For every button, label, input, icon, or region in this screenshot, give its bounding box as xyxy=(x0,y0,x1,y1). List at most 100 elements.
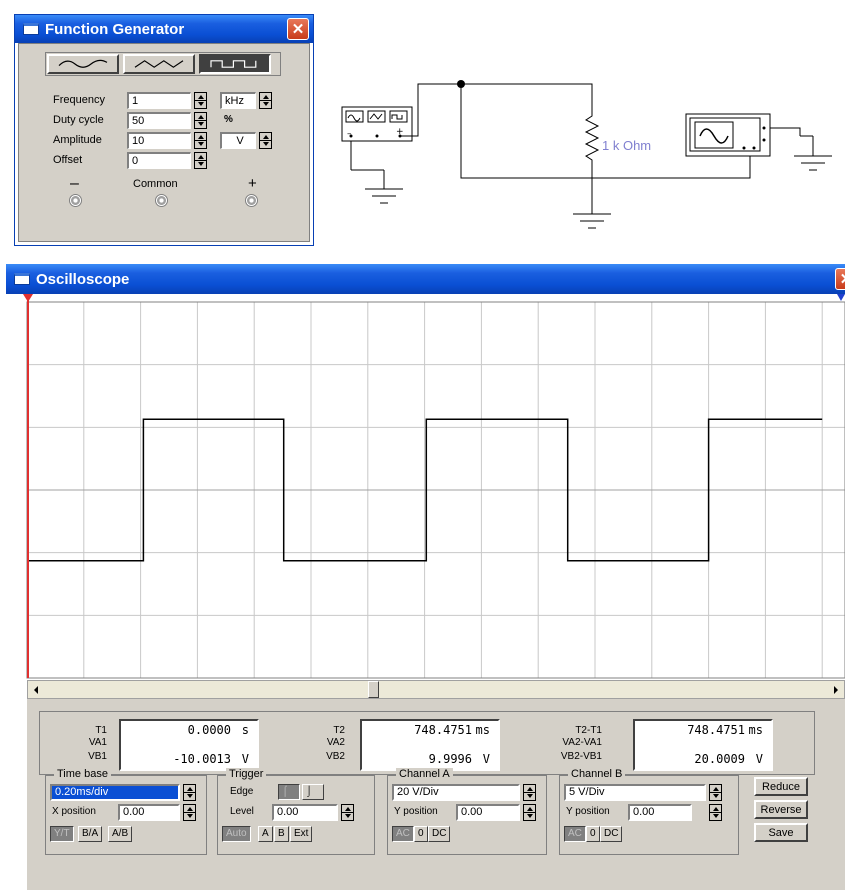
amplitude-unit-spinner[interactable] xyxy=(259,132,272,149)
falling-edge-icon[interactable]: ⌡ xyxy=(302,784,324,800)
t1-value: 0.0000 xyxy=(187,723,231,737)
amplitude-spinner[interactable] xyxy=(194,132,207,149)
duty-cycle-spinner[interactable] xyxy=(194,112,207,129)
minus-terminal[interactable] xyxy=(69,194,82,207)
dt-label: T2-T1 xyxy=(575,725,602,736)
offset-label: Offset xyxy=(53,154,83,166)
frequency-label: Frequency xyxy=(53,94,105,106)
function-generator-titlebar[interactable]: Function Generator ✕ xyxy=(15,15,313,43)
trigger-a-button[interactable]: A xyxy=(258,826,273,842)
trigger-level-input[interactable]: 0.00 xyxy=(272,804,338,821)
xposition-spinner[interactable] xyxy=(183,804,196,821)
t1-unit: s xyxy=(241,723,249,737)
xposition-input[interactable]: 0.00 xyxy=(118,804,180,821)
junction-node xyxy=(457,80,465,88)
channel-b-ypos-label: Y position xyxy=(566,806,610,817)
channel-a-zero-button[interactable]: 0 xyxy=(414,826,428,842)
minus-terminal-label: – xyxy=(70,175,79,192)
trigger-auto-button[interactable]: Auto xyxy=(222,826,251,842)
channel-a-group: Channel A 20 V/Div Y position 0.00 AC 0 … xyxy=(387,768,547,855)
channel-b-scale-spinner[interactable] xyxy=(709,784,722,801)
resistor-symbol[interactable] xyxy=(584,110,600,170)
channel-a-scale-spinner[interactable] xyxy=(523,784,536,801)
frequency-spinner[interactable] xyxy=(194,92,207,109)
window-icon xyxy=(14,273,30,285)
vb1-label: VB1 xyxy=(88,751,107,762)
ba-mode-button[interactable]: B/A xyxy=(78,826,103,842)
close-button[interactable]: ✕ xyxy=(287,18,309,40)
trigger-ext-button[interactable]: Ext xyxy=(290,826,313,842)
timebase-group: Time base 0.20ms/div X position 0.00 Y/T… xyxy=(45,768,207,855)
channel-a-scale-select[interactable]: 20 V/Div xyxy=(392,784,520,801)
dvb-unit: V xyxy=(755,752,763,766)
rising-edge-icon[interactable]: ⌠ xyxy=(278,784,300,800)
plus-terminal-label: + xyxy=(248,175,257,192)
dvb-label: VB2-VB1 xyxy=(560,751,602,762)
channel-a-dc-button[interactable]: DC xyxy=(428,826,451,842)
amplitude-input[interactable]: 10 xyxy=(127,132,191,149)
triangle-wave-button[interactable] xyxy=(123,54,195,74)
channel-b-ypos-spinner[interactable] xyxy=(709,804,722,821)
reverse-button[interactable]: Reverse xyxy=(754,800,808,819)
vb2-label: VB2 xyxy=(326,751,345,762)
triangle-wave-icon xyxy=(134,60,184,68)
offset-input[interactable]: 0 xyxy=(127,152,191,169)
trigger-b-button[interactable]: B xyxy=(274,826,289,842)
ground-icon xyxy=(794,135,832,171)
frequency-unit-spinner[interactable] xyxy=(259,92,272,109)
amplitude-label: Amplitude xyxy=(53,134,102,146)
sine-wave-button[interactable] xyxy=(47,54,119,74)
channel-a-ypos-spinner[interactable] xyxy=(523,804,536,821)
trigger-level-spinner[interactable] xyxy=(341,804,354,821)
level-label: Level xyxy=(230,806,254,817)
horizontal-scrollbar[interactable] xyxy=(27,680,845,699)
timebase-spinner[interactable] xyxy=(183,784,196,801)
close-button[interactable]: ✕ xyxy=(835,268,845,290)
t2-readout-box: 748.4751 ms 9.9996 V xyxy=(360,719,500,771)
square-wave-button[interactable] xyxy=(199,54,271,74)
sine-wave-icon xyxy=(58,59,108,68)
channel-b-ac-button[interactable]: AC xyxy=(564,826,586,842)
channel-a-title: Channel A xyxy=(396,768,453,780)
vb1-value: -10.0013 xyxy=(173,752,231,766)
frequency-unit-select[interactable]: kHz xyxy=(220,92,256,109)
channel-b-dc-button[interactable]: DC xyxy=(600,826,623,842)
oscilloscope-window: Oscilloscope ✕ T1 VA1 VB1 0.0000s -10.00… xyxy=(6,264,845,890)
trigger-group: Trigger Edge ⌠ ⌡ Level 0.00 Auto A B Ext xyxy=(217,768,375,855)
dvb-value: 20.0009 xyxy=(694,752,745,766)
scroll-right-arrow-icon[interactable] xyxy=(827,681,844,698)
edge-label: Edge xyxy=(230,786,254,797)
common-terminal[interactable] xyxy=(155,194,168,207)
save-button[interactable]: Save xyxy=(754,823,808,842)
function-generator-panel: Frequency 1 kHz Duty cycle 50 % Amplitud… xyxy=(18,43,310,242)
scope-display[interactable] xyxy=(14,294,845,680)
va2-label: VA2 xyxy=(326,737,345,748)
yt-mode-button[interactable]: Y/T xyxy=(50,826,74,842)
circuit-schematic: – + 1 k Ohm xyxy=(341,80,832,229)
duty-cycle-input[interactable]: 50 xyxy=(127,112,191,129)
frequency-input[interactable]: 1 xyxy=(127,92,191,109)
channel-b-scale-select[interactable]: 5 V/Div xyxy=(564,784,706,801)
scroll-left-arrow-icon[interactable] xyxy=(28,681,45,698)
ab-mode-button[interactable]: A/B xyxy=(108,826,133,842)
oscilloscope-controls: T1 VA1 VB1 0.0000 s -10.0013 V T2 VA2 VB2 … xyxy=(27,699,845,890)
function-generator-title: Function Generator xyxy=(45,20,185,38)
oscilloscope-titlebar[interactable]: Oscilloscope ✕ xyxy=(6,264,845,294)
timebase-select[interactable]: 0.20ms/div xyxy=(50,784,180,801)
oscilloscope-symbol[interactable] xyxy=(685,113,771,157)
channel-a-ac-button[interactable]: AC xyxy=(392,826,414,842)
channel-b-zero-button[interactable]: 0 xyxy=(586,826,600,842)
va1-label: VA1 xyxy=(88,737,107,748)
reduce-button[interactable]: Reduce xyxy=(754,777,808,796)
delta-readout-box: 748.4751 ms 20.0009 V xyxy=(633,719,773,771)
t2-value: 748.4751 xyxy=(414,723,472,737)
plus-terminal[interactable] xyxy=(245,194,258,207)
channel-b-ypos-input[interactable]: 0.00 xyxy=(628,804,692,821)
amplitude-unit-select[interactable]: V xyxy=(220,132,256,149)
channel-a-ypos-input[interactable]: 0.00 xyxy=(456,804,520,821)
t2-label: T2 xyxy=(333,725,345,736)
channel-b-title: Channel B xyxy=(568,768,626,780)
offset-spinner[interactable] xyxy=(194,152,207,169)
channel-b-group: Channel B 5 V/Div Y position 0.00 AC 0 D… xyxy=(559,768,739,855)
scroll-thumb[interactable] xyxy=(368,681,379,698)
